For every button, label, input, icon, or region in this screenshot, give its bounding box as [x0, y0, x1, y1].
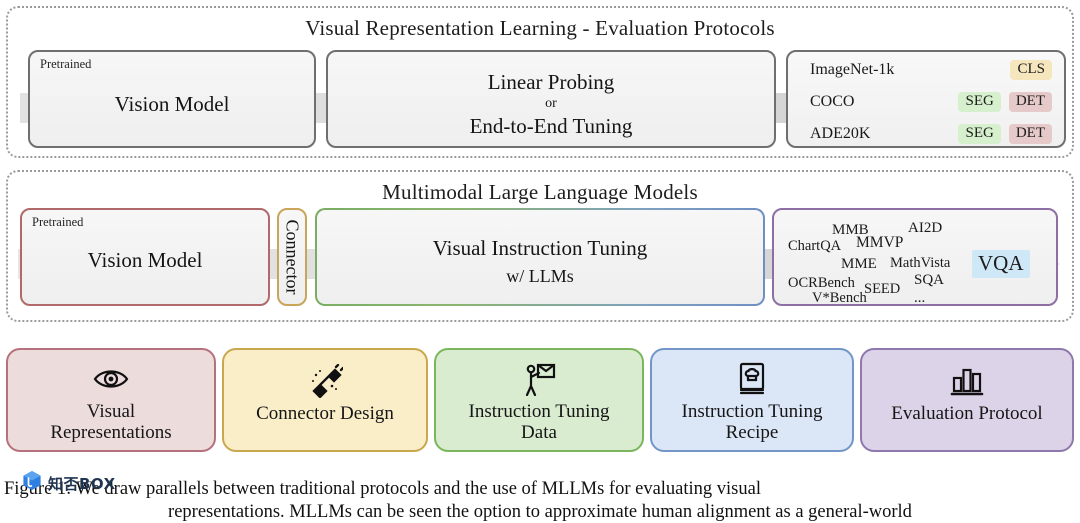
card-label-line1: Instruction Tuning — [681, 401, 823, 422]
status-badge-cls: CLS — [1010, 59, 1052, 81]
vrl-protocol-line3: End-to-End Tuning — [469, 114, 633, 138]
benchmark-label: ChartQA — [788, 238, 842, 254]
card-label-line1: Connector Design — [256, 403, 394, 424]
card-label-line2: Recipe — [725, 422, 779, 444]
card-connector-design[interactable]: Connector Design — [222, 348, 428, 452]
figure-root: Visual Representation Learning - Evaluat… — [0, 0, 1080, 522]
card-label: Instruction Tuning Data — [463, 401, 616, 444]
watermark-logo-icon — [22, 470, 42, 496]
card-evaluation-protocol[interactable]: Evaluation Protocol — [860, 348, 1074, 452]
status-badge-seg: SEG — [958, 91, 1001, 113]
panel-title-vrl: Visual Representation Learning - Evaluat… — [305, 16, 775, 40]
mllm-connector-label: Connector — [282, 219, 303, 295]
figure-caption: Figure 1: We draw parallels between trad… — [0, 478, 1080, 523]
caption-line-2: representations. MLLMs can be seen the o… — [168, 501, 912, 522]
benchmark-tags: CLS — [1010, 59, 1052, 81]
status-badge-seg: SEG — [958, 123, 1001, 145]
caption-line-1: Figure 1: We draw parallels between trad… — [4, 479, 761, 499]
benchmark-tags: SEG DET — [958, 123, 1052, 145]
table-row: ADE20K SEG DET — [788, 118, 1064, 146]
card-label-line2: Data — [521, 422, 557, 444]
benchmark-label: V*Bench — [812, 290, 867, 306]
benchmark-label: SEED — [864, 281, 901, 297]
benchmark-name: ImageNet-1k — [810, 61, 895, 78]
benchmark-name: ADE20K — [810, 125, 871, 142]
benchmark-name: COCO — [810, 93, 855, 110]
eye-icon — [91, 359, 131, 399]
card-label: Connector Design — [250, 403, 400, 424]
card-visual-representations[interactable]: Visual Representations — [6, 348, 216, 452]
vrl-protocol-line2: or — [545, 96, 557, 111]
panel-title-mllm: Multimodal Large Language Models — [382, 180, 698, 204]
cookbook-icon — [732, 359, 772, 399]
vrl-vision-model-label: Vision Model — [114, 92, 230, 116]
mllm-tuning-line1: Visual Instruction Tuning — [432, 236, 648, 260]
connector-icon — [305, 361, 345, 401]
mllm-benchmark-cloud-box: MMB AI2D ChartQA MMVP MME MathVista OCRB… — [772, 208, 1058, 306]
vrl-protocol-box: Linear Probing or End-to-End Tuning — [326, 50, 776, 148]
table-row: COCO SEG DET — [788, 86, 1064, 118]
card-label-line1: Visual — [86, 401, 136, 422]
card-label: Visual Representations — [44, 401, 177, 444]
table-row: ImageNet-1k CLS — [788, 54, 1064, 86]
card-instruction-tuning-recipe[interactable]: Instruction Tuning Recipe — [650, 348, 854, 452]
benchmark-tags: SEG DET — [958, 91, 1052, 113]
card-label-line2: Representations — [50, 422, 172, 444]
vrl-pretrained-tag: Pretrained — [40, 57, 92, 71]
vrl-vision-model-box: Pretrained Vision Model — [28, 50, 316, 148]
benchmark-label: SQA — [914, 272, 945, 288]
vrl-benchmark-box: ImageNet-1k CLS COCO SEG DET ADE20K SEG … — [786, 50, 1066, 148]
watermark: 知否BOX — [22, 470, 116, 496]
status-badge-det: DET — [1008, 123, 1052, 145]
barchart-icon — [947, 361, 987, 401]
mllm-tuning-line2: w/ LLMs — [506, 266, 574, 286]
vqa-output-badge: VQA — [972, 250, 1030, 278]
panel-visual-representation-learning: Visual Representation Learning - Evaluat… — [6, 6, 1074, 158]
mllm-pretrained-tag: Pretrained — [32, 215, 84, 229]
mllm-vision-model-box: Pretrained Vision Model — [20, 208, 270, 306]
benchmark-ellipsis: ... — [914, 290, 926, 306]
benchmark-label: AI2D — [908, 220, 943, 236]
teaching-icon — [519, 359, 559, 399]
card-label-line1: Instruction Tuning — [468, 401, 610, 422]
benchmark-label: MathVista — [890, 255, 951, 271]
card-label: Instruction Tuning Recipe — [676, 401, 829, 444]
card-label-line1: Evaluation Protocol — [891, 403, 1043, 424]
card-instruction-tuning-data[interactable]: Instruction Tuning Data — [434, 348, 644, 452]
status-badge-det: DET — [1008, 91, 1052, 113]
watermark-text: 知否BOX — [48, 474, 116, 493]
benchmark-label: MMVP — [856, 234, 904, 251]
benchmark-label: MME — [841, 256, 877, 272]
card-label: Evaluation Protocol — [885, 403, 1048, 424]
vrl-protocol-line1: Linear Probing — [487, 70, 615, 94]
mllm-visual-instruction-tuning-box: Visual Instruction Tuning w/ LLMs — [315, 208, 765, 306]
mllm-vision-model-label: Vision Model — [87, 248, 203, 272]
mllm-connector-box: Connector — [277, 208, 307, 306]
